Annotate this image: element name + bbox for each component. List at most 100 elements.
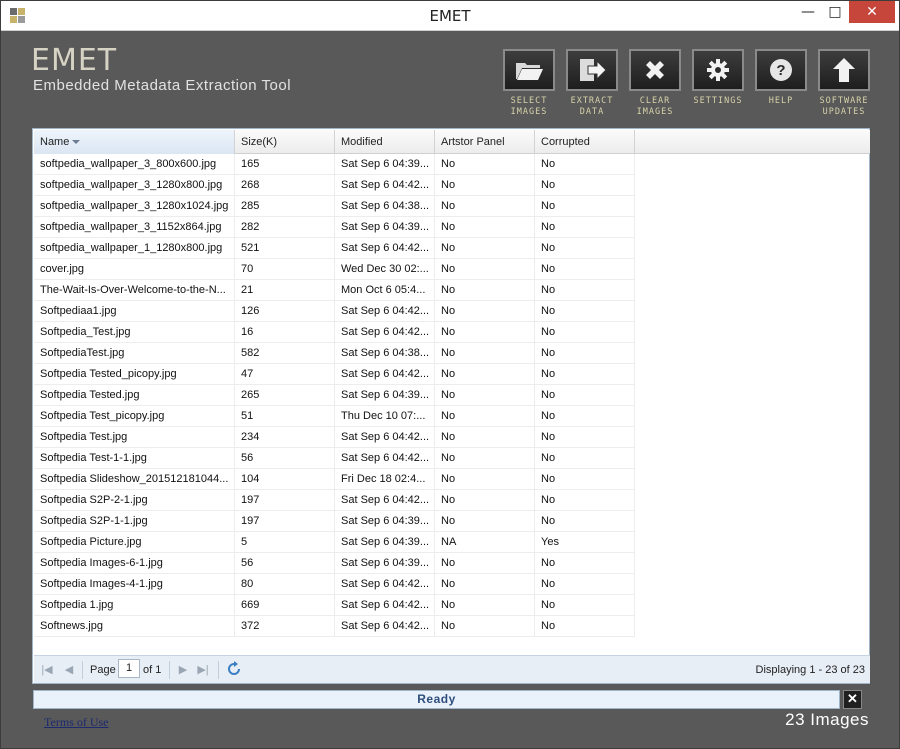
sort-descending-icon bbox=[72, 140, 81, 145]
cell-size: 56 bbox=[235, 448, 335, 469]
table-row[interactable]: cover.jpg 70 Wed Dec 30 02:... No No bbox=[34, 259, 635, 280]
table-row[interactable]: Softpedia Test-1-1.jpg 56 Sat Sep 6 04:42.… bbox=[34, 448, 635, 469]
table-row[interactable]: The-Wait-Is-Over-Welcome-to-the-N... 21 Mo… bbox=[34, 280, 635, 301]
cell-artstor-panel: No bbox=[435, 616, 535, 637]
cell-modified: Sat Sep 6 04:39... bbox=[335, 511, 435, 532]
table-row[interactable]: Softpedia Tested_picopy.jpg 47 Sat Sep 6 0… bbox=[34, 364, 635, 385]
cell-name: softpedia_wallpaper_3_1280x1024.jpg bbox=[34, 196, 235, 217]
cell-modified: Sat Sep 6 04:42... bbox=[335, 595, 435, 616]
clear-images-button[interactable]: CLEAR IMAGES bbox=[627, 49, 683, 118]
table-row[interactable]: Softpedia Images-6-1.jpg 56 Sat Sep 6 04:3… bbox=[34, 553, 635, 574]
settings-button[interactable]: SETTINGS bbox=[690, 49, 746, 107]
cell-size: 16 bbox=[235, 322, 335, 343]
table-row[interactable]: Softpedia Tested.jpg 265 Sat Sep 6 04:39..… bbox=[34, 385, 635, 406]
table-row[interactable]: Softpedia Test_picopy.jpg 51 Thu Dec 10 07… bbox=[34, 406, 635, 427]
cell-name: softpedia_wallpaper_3_1152x864.jpg bbox=[34, 217, 235, 238]
table-row[interactable]: softpedia_wallpaper_3_1152x864.jpg 282 Sat… bbox=[34, 217, 635, 238]
next-page-icon[interactable]: ▶ bbox=[176, 663, 190, 677]
column-header-name[interactable]: Name bbox=[34, 130, 235, 154]
cell-size: 265 bbox=[235, 385, 335, 406]
cell-name: Softpedia S2P-2-1.jpg bbox=[34, 490, 235, 511]
table-row[interactable]: softpedia_wallpaper_3_800x600.jpg 165 Sat … bbox=[34, 154, 635, 175]
table-row[interactable]: Softpedia 1.jpg 669 Sat Sep 6 04:42... No No bbox=[34, 595, 635, 616]
table-row[interactable]: softpedia_wallpaper_3_1280x800.jpg 268 Sat… bbox=[34, 175, 635, 196]
table-row[interactable]: SoftpediaTest.jpg 582 Sat Sep 6 04:38... No… bbox=[34, 343, 635, 364]
column-header-corrupted[interactable]: Corrupted bbox=[535, 130, 635, 154]
select-images-label-1: SELECT bbox=[510, 96, 548, 106]
cell-size: 197 bbox=[235, 490, 335, 511]
table-row[interactable]: Softpedia S2P-1-1.jpg 197 Sat Sep 6 04:39.… bbox=[34, 511, 635, 532]
images-table-panel: Name Size(K) Modified Artstor Panel Corr… bbox=[32, 128, 870, 684]
cell-modified: Sat Sep 6 04:42... bbox=[335, 574, 435, 595]
cell-name: SoftpediaTest.jpg bbox=[34, 343, 235, 364]
table-row[interactable]: Softpedia_Test.jpg 16 Sat Sep 6 04:42... No… bbox=[34, 322, 635, 343]
table-row[interactable]: Softpedia Slideshow_201512181044... 104 Fr… bbox=[34, 469, 635, 490]
select-images-button[interactable]: SELECT IMAGES bbox=[501, 49, 557, 118]
settings-label: SETTINGS bbox=[693, 96, 743, 106]
cell-modified: Sat Sep 6 04:42... bbox=[335, 238, 435, 259]
cell-corrupted: No bbox=[535, 448, 635, 469]
table-row[interactable]: Softpedia S2P-2-1.jpg 197 Sat Sep 6 04:42.… bbox=[34, 490, 635, 511]
app-window: EMET — □ ✕ EMET Embedded Metadata Extrac… bbox=[0, 0, 900, 749]
table-row[interactable]: Softnews.jpg 372 Sat Sep 6 04:42... No No bbox=[34, 616, 635, 637]
cell-corrupted: No bbox=[535, 364, 635, 385]
table-row[interactable]: Softpedia Picture.jpg 5 Sat Sep 6 04:39...… bbox=[34, 532, 635, 553]
minimize-button[interactable]: — bbox=[795, 1, 821, 23]
cell-size: 80 bbox=[235, 574, 335, 595]
cell-corrupted: No bbox=[535, 301, 635, 322]
close-window-button[interactable]: ✕ bbox=[849, 1, 895, 23]
cell-artstor-panel: No bbox=[435, 490, 535, 511]
cell-modified: Sat Sep 6 04:42... bbox=[335, 301, 435, 322]
column-header-modified[interactable]: Modified bbox=[335, 130, 435, 154]
maximize-button[interactable]: □ bbox=[822, 1, 848, 23]
cell-modified: Mon Oct 6 05:4... bbox=[335, 280, 435, 301]
cell-modified: Sat Sep 6 04:38... bbox=[335, 343, 435, 364]
previous-page-icon[interactable]: ◀ bbox=[62, 663, 76, 677]
help-button[interactable]: ? HELP bbox=[753, 49, 809, 107]
select-images-label-2: IMAGES bbox=[510, 107, 548, 117]
cell-modified: Sat Sep 6 04:42... bbox=[335, 364, 435, 385]
page-number-input[interactable]: 1 bbox=[118, 659, 140, 678]
extract-data-button[interactable]: EXTRACT DATA bbox=[564, 49, 620, 118]
status-close-button[interactable]: ✕ bbox=[843, 690, 862, 709]
terms-of-use-link[interactable]: Terms of Use bbox=[44, 715, 108, 730]
last-page-icon[interactable]: ▶| bbox=[196, 663, 210, 677]
cell-modified: Sat Sep 6 04:39... bbox=[335, 553, 435, 574]
cell-modified: Sat Sep 6 04:42... bbox=[335, 175, 435, 196]
cell-corrupted: No bbox=[535, 217, 635, 238]
column-header-artstor-panel[interactable]: Artstor Panel bbox=[435, 130, 535, 154]
cell-modified: Sat Sep 6 04:42... bbox=[335, 427, 435, 448]
table-row[interactable]: Softpedia Test.jpg 234 Sat Sep 6 04:42... N… bbox=[34, 427, 635, 448]
table-row[interactable]: Softpedia Images-4-1.jpg 80 Sat Sep 6 04:4… bbox=[34, 574, 635, 595]
cell-corrupted: No bbox=[535, 196, 635, 217]
table-row[interactable]: softpedia_wallpaper_1_1280x800.jpg 521 Sat… bbox=[34, 238, 635, 259]
column-header-name-label: Name bbox=[40, 136, 70, 148]
table-row[interactable]: softpedia_wallpaper_3_1280x1024.jpg 285 Sa… bbox=[34, 196, 635, 217]
table-header: Name Size(K) Modified Artstor Panel Corr… bbox=[34, 130, 870, 154]
software-updates-button[interactable]: SOFTWARE UPDATES bbox=[816, 49, 872, 118]
cell-artstor-panel: No bbox=[435, 385, 535, 406]
cell-size: 582 bbox=[235, 343, 335, 364]
cell-artstor-panel: No bbox=[435, 322, 535, 343]
cell-size: 21 bbox=[235, 280, 335, 301]
svg-text:?: ? bbox=[776, 62, 785, 79]
help-label: HELP bbox=[768, 96, 794, 106]
first-page-icon[interactable]: |◀ bbox=[40, 663, 54, 677]
cell-size: 5 bbox=[235, 532, 335, 553]
cell-size: 70 bbox=[235, 259, 335, 280]
cell-corrupted: Yes bbox=[535, 532, 635, 553]
cell-artstor-panel: No bbox=[435, 343, 535, 364]
brand-logo-text: EMET bbox=[31, 43, 118, 78]
column-header-size[interactable]: Size(K) bbox=[235, 130, 335, 154]
table-row[interactable]: Softpediaa1.jpg 126 Sat Sep 6 04:42... No No bbox=[34, 301, 635, 322]
cell-name: The-Wait-Is-Over-Welcome-to-the-N... bbox=[34, 280, 235, 301]
window-title: EMET bbox=[429, 7, 471, 25]
cell-name: softpedia_wallpaper_3_800x600.jpg bbox=[34, 154, 235, 175]
cell-artstor-panel: No bbox=[435, 595, 535, 616]
displaying-count: Displaying 1 - 23 of 23 bbox=[755, 664, 865, 676]
refresh-icon[interactable] bbox=[226, 661, 242, 677]
cell-size: 285 bbox=[235, 196, 335, 217]
cell-corrupted: No bbox=[535, 595, 635, 616]
software-updates-label-2: UPDATES bbox=[822, 107, 866, 117]
cell-size: 56 bbox=[235, 553, 335, 574]
